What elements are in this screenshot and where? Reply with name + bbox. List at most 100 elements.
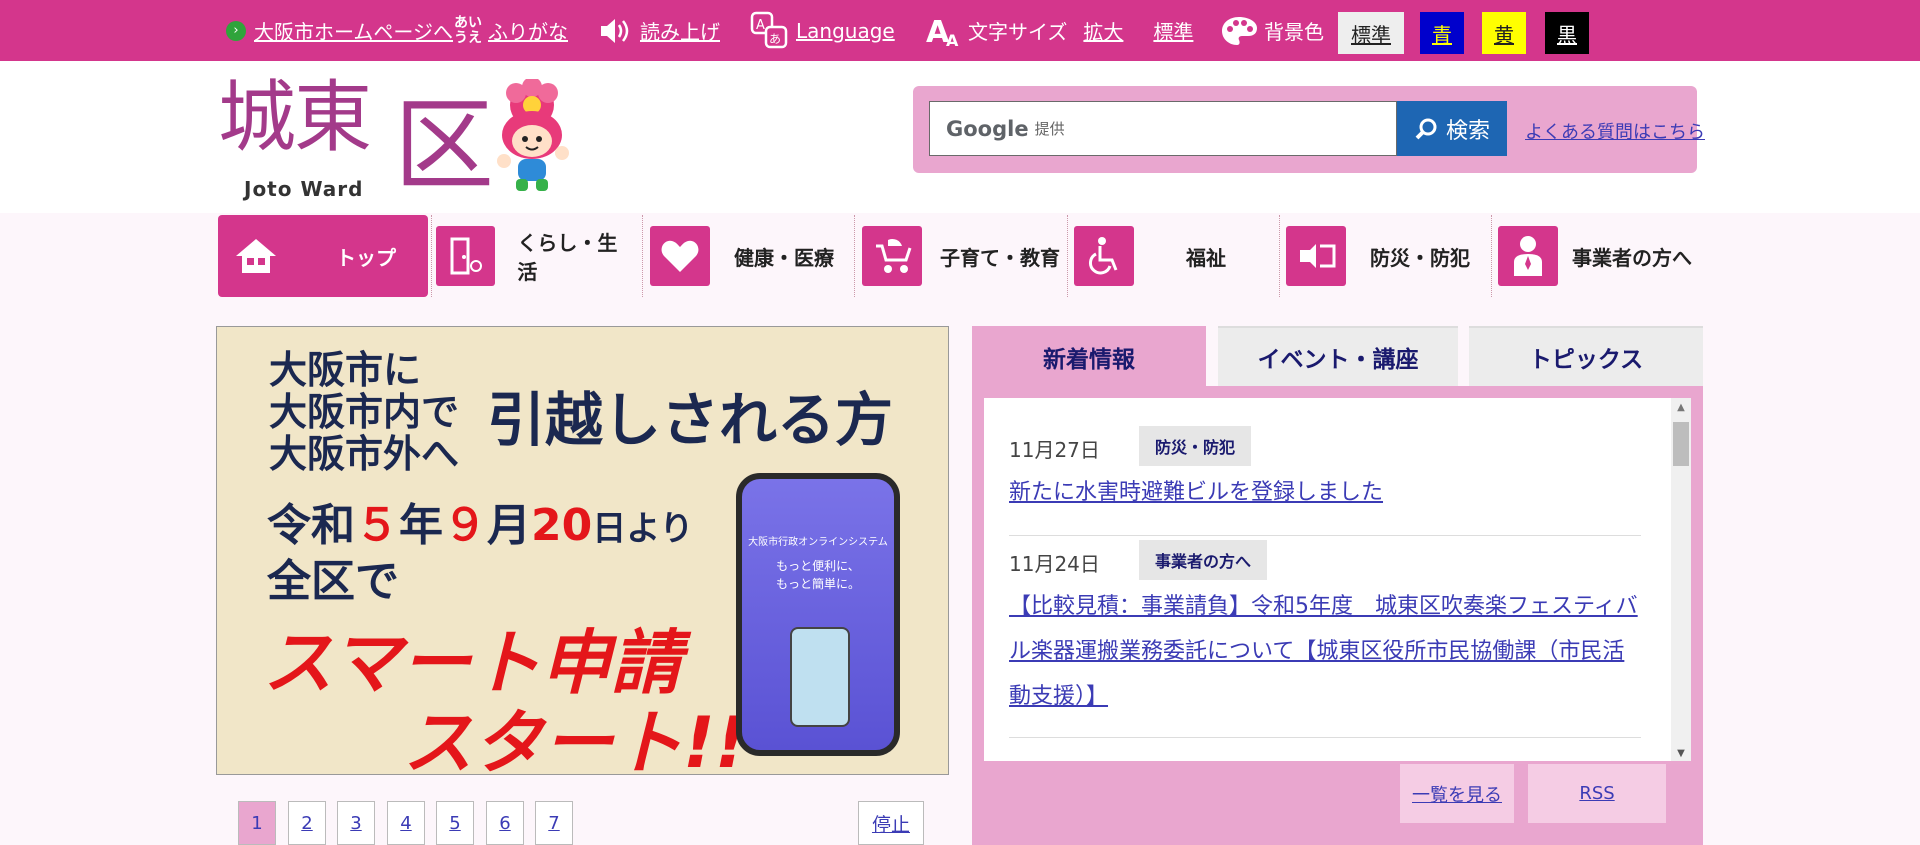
- nav-item-disaster-label: 防災・防犯: [1370, 245, 1470, 270]
- read-aloud-toggle[interactable]: 読み上げ: [598, 0, 720, 61]
- utility-bar: › 大阪市ホームページへ あい うえ ふりがな 読み上げ Aあ Language …: [0, 0, 1920, 61]
- phone-title: 大阪市行政オンラインシステム: [748, 537, 888, 548]
- svg-text:A: A: [946, 31, 959, 48]
- pager-page-7[interactable]: 7: [535, 801, 573, 845]
- banner-moving-types: 大阪市に 大阪市内で 大阪市外へ: [269, 349, 459, 475]
- osaka-home-link[interactable]: 大阪市ホームページへ: [254, 16, 453, 45]
- font-size-controls: AA 文字サイズ 拡大 標準: [926, 0, 1193, 61]
- pager-page-6[interactable]: 6: [486, 801, 524, 845]
- nav-divider: [642, 215, 643, 297]
- site-search: Google 提供 検索 よくある質問はこちら: [913, 86, 1705, 173]
- tab-events[interactable]: イベント・講座: [1218, 326, 1458, 386]
- search-input[interactable]: Google 提供: [929, 101, 1397, 156]
- nav-item-childcare[interactable]: 子育て・教育: [862, 215, 1067, 297]
- news-tabs: 新着情報 イベント・講座 トピックス: [972, 326, 1703, 386]
- banner-date-month: ９: [443, 500, 487, 551]
- scroll-down-arrow-icon[interactable]: ▼: [1671, 748, 1691, 759]
- read-aloud-label[interactable]: 読み上げ: [640, 16, 720, 45]
- phone-line1: もっと便利に、: [776, 559, 860, 573]
- background-color-label: 背景色: [1264, 20, 1324, 44]
- nav-item-business[interactable]: 事業者の方へ: [1498, 215, 1703, 297]
- banner-date: 令和５年９月20日より: [267, 489, 694, 553]
- bg-black-button[interactable]: 黒: [1545, 12, 1589, 54]
- furigana-label[interactable]: ふりがな: [488, 16, 568, 45]
- search-button[interactable]: 検索: [1397, 101, 1507, 156]
- banner-line1: 大阪市に: [269, 348, 422, 392]
- list-item: 11月24日 事業者の方へ 【比較見積：事業請負】令和5年度 城東区吹奏楽フェス…: [1009, 538, 1641, 738]
- phone-inner-screen: [790, 627, 850, 727]
- nav-divider: [1491, 215, 1492, 297]
- news-category: 事業者の方へ: [1139, 540, 1268, 580]
- list-item: 11月27日 防災・防犯 新たに水害時避難ビルを登録しました: [1009, 426, 1641, 536]
- banner-date-year: ５: [355, 500, 399, 551]
- nav-item-disaster[interactable]: 防災・防犯: [1286, 215, 1491, 297]
- news-list-button[interactable]: 一覧を見る: [1400, 764, 1514, 823]
- tab-topics[interactable]: トピックス: [1469, 326, 1703, 386]
- nav-item-top[interactable]: トップ: [218, 215, 428, 297]
- furigana-icon: あい うえ: [454, 14, 482, 46]
- news-list[interactable]: 11月27日 防災・防犯 新たに水害時避難ビルを登録しました 11月24日 事業…: [984, 398, 1691, 761]
- language-label[interactable]: Language: [796, 19, 895, 43]
- language-toggle[interactable]: Aあ Language: [750, 0, 895, 61]
- nav-item-business-label: 事業者の方へ: [1572, 245, 1692, 270]
- svg-text:あ: あ: [769, 32, 781, 46]
- osaka-home-link-wrap[interactable]: › 大阪市ホームページへ: [226, 0, 453, 61]
- door-icon: [436, 226, 496, 286]
- banner-date-nen: 年: [399, 500, 443, 551]
- scroll-thumb[interactable]: [1673, 422, 1689, 466]
- background-color-controls: 背景色: [1220, 0, 1324, 61]
- nav-item-welfare[interactable]: 福祉: [1074, 215, 1279, 297]
- news-panel: 11月27日 防災・防犯 新たに水害時避難ビルを登録しました 11月24日 事業…: [972, 386, 1703, 845]
- tab-new-info[interactable]: 新着情報: [972, 326, 1206, 386]
- pager-page-5[interactable]: 5: [436, 801, 474, 845]
- mascot-icon: [497, 79, 569, 191]
- rss-button[interactable]: RSS: [1528, 764, 1666, 823]
- nav-item-living[interactable]: くらし・生活: [436, 215, 636, 297]
- palette-icon: [1222, 16, 1257, 45]
- news-category: 防災・防犯: [1139, 426, 1252, 466]
- bg-standard-button[interactable]: 標準: [1338, 12, 1404, 54]
- pager-stop-button[interactable]: 停止: [858, 801, 924, 845]
- news-date: 11月27日: [1009, 438, 1100, 462]
- flashlight-icon: [1286, 226, 1346, 286]
- nav-item-living-label: くらし・生活: [517, 231, 618, 284]
- arrow-right-icon: ›: [226, 20, 246, 41]
- banner-date-tsuki: 月: [487, 500, 531, 551]
- banner-date-day: 20: [531, 500, 593, 551]
- nav-divider: [1067, 215, 1068, 297]
- phone-line2: もっと簡単に。: [775, 577, 860, 591]
- magnifier-icon: [1415, 118, 1437, 139]
- smart-application-banner[interactable]: 大阪市に 大阪市内で 大阪市外へ 引越しされる方 令和５年９月20日より 全区で…: [216, 326, 949, 775]
- bg-yellow-button[interactable]: 黄: [1482, 12, 1526, 54]
- nav-item-health[interactable]: 健康・医療: [650, 215, 850, 297]
- smartphone-illustration: 大阪市行政オンラインシステム もっと便利に、 もっと簡単に。: [736, 473, 900, 756]
- font-enlarge-button[interactable]: 拡大: [1083, 16, 1123, 45]
- banner-date-reiwa: 令和: [267, 500, 355, 551]
- news-date: 11月24日: [1009, 552, 1100, 576]
- site-header: 城東 区 Joto Ward Google 提供 検索 よくある質問はこちら: [0, 61, 1920, 213]
- speaker-icon: [601, 18, 629, 43]
- banner-zenku: 全区で: [267, 556, 399, 607]
- house-icon: [226, 226, 286, 286]
- furigana-toggle[interactable]: あい うえ ふりがな: [454, 0, 568, 61]
- pager-page-1[interactable]: 1: [238, 801, 276, 845]
- font-size-label: 文字サイズ: [968, 20, 1068, 44]
- news-title-link[interactable]: 新たに水害時避難ビルを登録しました: [1009, 470, 1641, 515]
- pager-page-4[interactable]: 4: [387, 801, 425, 845]
- pager-page-3[interactable]: 3: [337, 801, 375, 845]
- banner-date-yori: 日より: [592, 509, 694, 549]
- nav-item-childcare-label: 子育て・教育: [940, 245, 1060, 270]
- news-scrollbar[interactable]: ▲ ▼: [1671, 398, 1691, 761]
- font-standard-button[interactable]: 標準: [1153, 16, 1193, 45]
- logo-kanji: 城東: [218, 73, 372, 163]
- joto-ward-logo[interactable]: 城東 区 Joto Ward: [218, 73, 578, 213]
- search-button-label: 検索: [1445, 118, 1490, 144]
- news-title-link[interactable]: 【比較見積：事業請負】令和5年度 城東区吹奏楽フェスティバル楽器運搬業務委託につ…: [1009, 584, 1641, 719]
- bg-blue-button[interactable]: 青: [1420, 12, 1464, 54]
- banner-pager: 1 2 3 4 5 6 7 停止: [216, 801, 949, 845]
- logo-ku: 区: [394, 87, 494, 204]
- pager-page-2[interactable]: 2: [288, 801, 326, 845]
- faq-link[interactable]: よくある質問はこちら: [1525, 118, 1705, 144]
- stroller-icon: [862, 226, 922, 286]
- scroll-up-arrow-icon[interactable]: ▲: [1671, 402, 1691, 413]
